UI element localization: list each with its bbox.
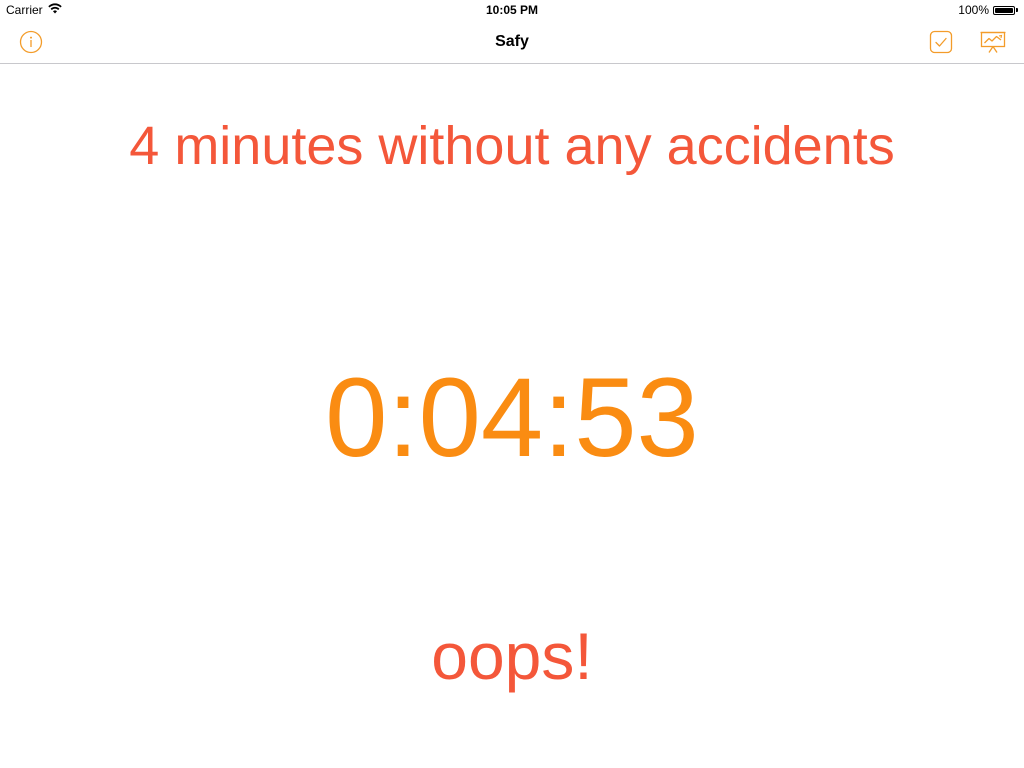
nav-title: Safy (495, 33, 529, 50)
statistics-button[interactable] (980, 30, 1006, 54)
checkmark-box-icon (929, 30, 953, 54)
elapsed-timer: 0:04:53 (325, 355, 699, 480)
battery-nub (1016, 8, 1018, 12)
status-bar: Carrier 10:05 PM 100% (0, 0, 1024, 20)
chart-presentation-icon (980, 31, 1006, 53)
oops-button[interactable]: oops! (362, 616, 662, 696)
battery-percent: 100% (958, 3, 989, 17)
checklist-button[interactable] (929, 30, 953, 54)
battery-icon (993, 5, 1015, 15)
battery-fill (995, 7, 1013, 13)
status-time: 10:05 PM (485, 3, 539, 17)
app-screen: Carrier 10:05 PM 100% Safy 4 minutes wit… (0, 0, 1024, 768)
status-right: 100% (958, 3, 1018, 17)
navigation-bar: Safy (0, 20, 1024, 64)
accident-free-headline: 4 minutes without any accidents (129, 116, 895, 176)
